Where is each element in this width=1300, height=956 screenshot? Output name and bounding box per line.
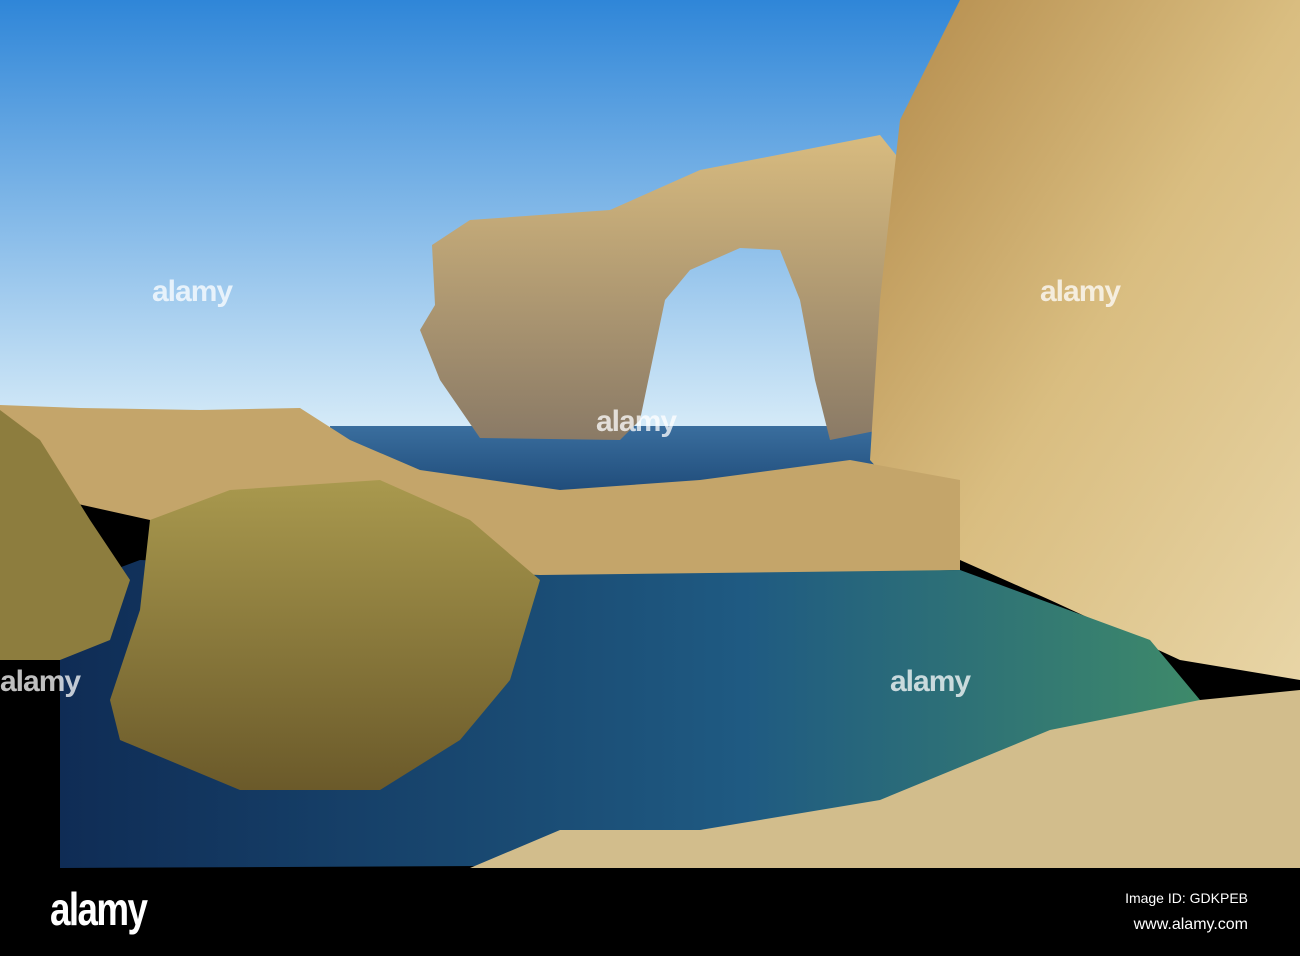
watermark: alamy [1040,275,1121,308]
stock-photo: alamy alamy alamy alamy alamy alamy Imag… [0,0,1300,956]
website-link[interactable]: www.alamy.com [1134,916,1248,934]
watermark: alamy [596,405,677,438]
footer-bar: alamy Image ID: GDKPEB www.alamy.com [0,868,1300,956]
image-id: Image ID: GDKPEB [1125,890,1248,906]
watermark: alamy [890,665,971,698]
alamy-logo[interactable]: alamy [50,882,148,936]
watermark: alamy [0,665,81,698]
watermark: alamy [152,275,233,308]
